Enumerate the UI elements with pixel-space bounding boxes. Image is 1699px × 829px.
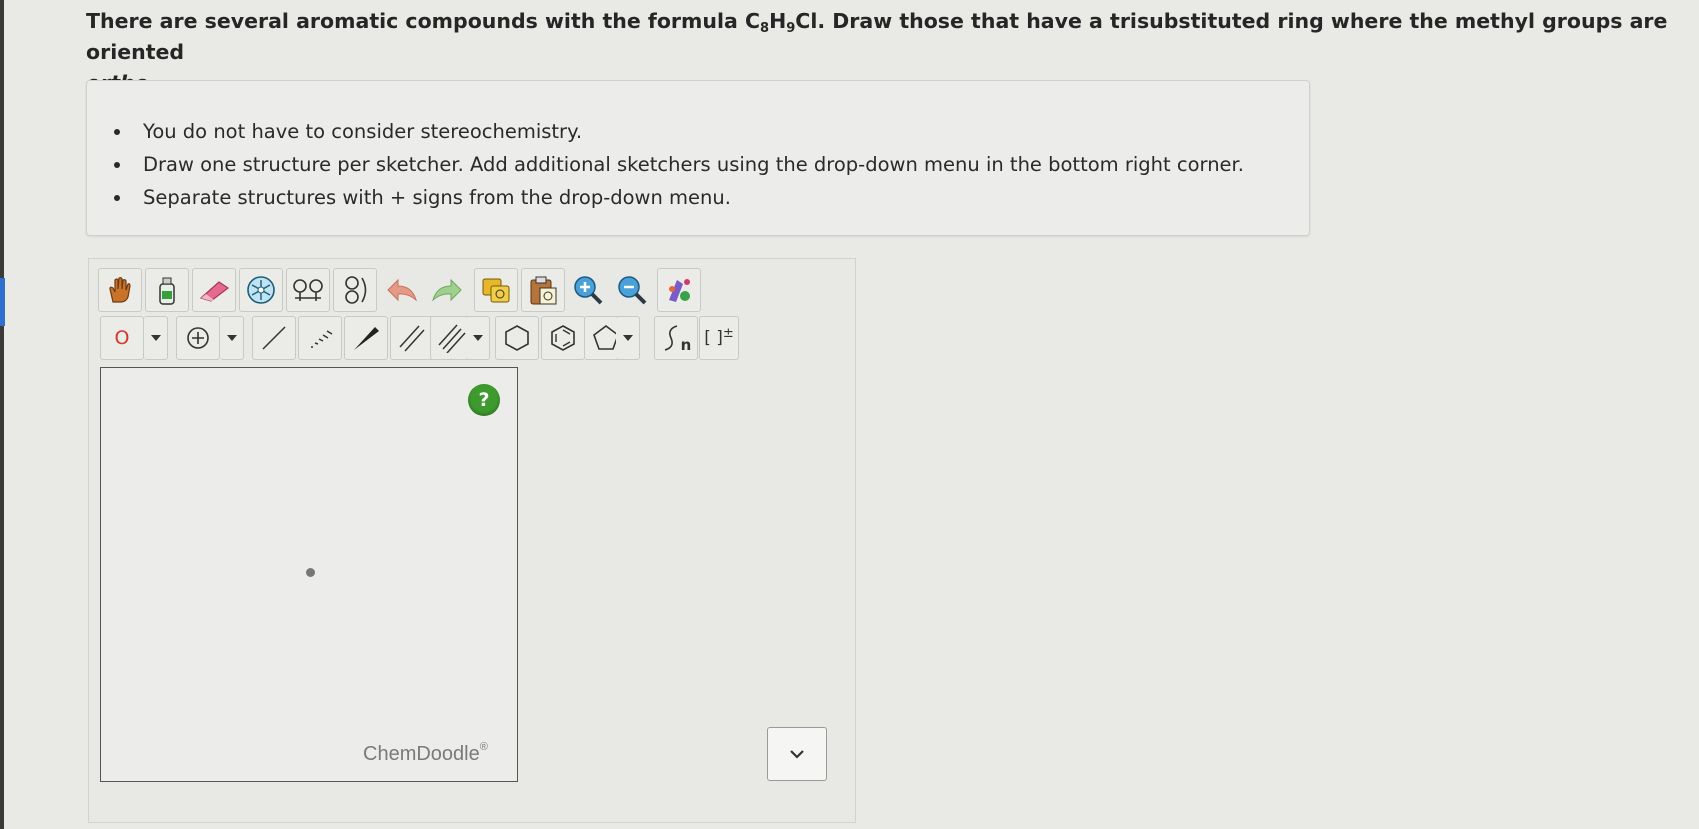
copy-tool[interactable]: [474, 268, 518, 312]
chevron-down-icon: [472, 335, 483, 341]
add-sketcher-dropdown[interactable]: [767, 727, 827, 781]
redo-arrow-icon: [432, 278, 462, 302]
wedge-bond-tool[interactable]: [344, 316, 388, 360]
flip-horizontal-tool[interactable]: [286, 268, 330, 312]
lasso-tool[interactable]: [239, 268, 283, 312]
atom-label-tool[interactable]: O: [100, 316, 144, 360]
polymer-label: n: [680, 336, 692, 354]
chevron-down-icon: [226, 335, 237, 341]
ring-dropdown-arrow[interactable]: [616, 316, 640, 360]
charge-dropdown-arrow[interactable]: [220, 316, 244, 360]
cyclohexane-tool[interactable]: [495, 316, 539, 360]
double-bond-icon: [399, 325, 425, 352]
bracket-charge-tool[interactable]: [ ] ±: [699, 316, 739, 360]
select-ring-icon: [247, 276, 275, 304]
bracket-label: [ ]: [704, 328, 723, 348]
single-bond-tool[interactable]: [252, 316, 296, 360]
zoom-out-button[interactable]: [610, 268, 654, 312]
wedge-bond-icon: [354, 327, 379, 350]
zoom-out-icon: [618, 276, 647, 305]
chevron-down-icon: [622, 335, 633, 341]
redo-button[interactable]: [425, 268, 469, 312]
canvas-center-dot: [306, 568, 315, 577]
rotate-tool[interactable]: [333, 268, 377, 312]
plus-charge-icon: [187, 327, 209, 349]
instruction-item: You do not have to consider stereochemis…: [114, 115, 1244, 148]
instruction-item: Separate structures with + signs from th…: [114, 181, 1244, 214]
polymer-bracket-icon: [664, 325, 677, 351]
triple-bond-icon: [438, 324, 466, 353]
clear-tool[interactable]: [145, 268, 189, 312]
window-left-edge: [0, 0, 5, 829]
bottle-icon: [159, 277, 175, 305]
hexagon-icon: [505, 325, 529, 351]
polymer-tool[interactable]: n: [654, 316, 698, 360]
clean-tool[interactable]: [657, 268, 701, 312]
instructions-list: You do not have to consider stereochemis…: [114, 115, 1244, 214]
focus-indicator: [0, 278, 5, 326]
charge-tool[interactable]: [176, 316, 220, 360]
benzene-icon: [551, 325, 575, 351]
rotate-molecule-icon: [345, 276, 367, 304]
zoom-in-button[interactable]: [566, 268, 610, 312]
clean-molecule-icon: [669, 279, 690, 302]
zoom-in-icon: [574, 276, 603, 305]
flip-icon: [293, 279, 323, 301]
paste-icon: [530, 276, 557, 305]
eraser-tool[interactable]: [192, 268, 236, 312]
bracket-sup: ±: [722, 325, 734, 341]
help-icon[interactable]: ?: [468, 384, 500, 416]
copy-icon: [482, 278, 510, 303]
chevron-down-icon: [150, 335, 161, 341]
single-bond-icon: [262, 326, 286, 350]
undo-button[interactable]: [380, 268, 424, 312]
atom-dropdown-arrow[interactable]: [144, 316, 168, 360]
instruction-item: Draw one structure per sketcher. Add add…: [114, 148, 1244, 181]
undo-arrow-icon: [387, 278, 417, 302]
bond-dropdown-arrow[interactable]: [466, 316, 490, 360]
eraser-icon: [199, 281, 230, 302]
paste-tool[interactable]: [521, 268, 565, 312]
atom-label-text: O: [114, 327, 130, 349]
pan-hand-tool[interactable]: [98, 268, 142, 312]
chemdoodle-brand: ChemDoodle®: [363, 741, 488, 765]
hand-icon: [109, 277, 131, 303]
double-bond-tool[interactable]: [390, 316, 434, 360]
instructions-box: You do not have to consider stereochemis…: [86, 80, 1310, 236]
benzene-tool[interactable]: [541, 316, 585, 360]
chevron-down-icon: [790, 750, 804, 759]
hashed-bond-icon: [311, 330, 333, 348]
hashed-bond-tool[interactable]: [298, 316, 342, 360]
